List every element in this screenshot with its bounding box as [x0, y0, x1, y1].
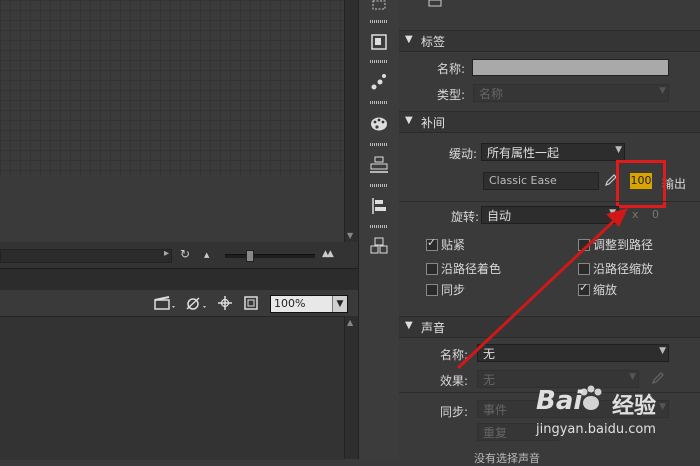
ease-value: 所有属性一起	[487, 146, 560, 160]
scale-checkbox[interactable]	[578, 281, 590, 296]
sound-section-header[interactable]: ▼ 声音	[399, 316, 700, 338]
label-type-value: 名称	[479, 87, 504, 101]
sound-sync-value: 事件	[483, 403, 508, 417]
label-section-header[interactable]: ▼ 标签	[399, 30, 700, 52]
collapse-triangle-icon[interactable]: ▼	[405, 34, 413, 45]
label-name-input[interactable]	[472, 59, 669, 76]
color-along-path-checkbox[interactable]	[426, 263, 438, 275]
zoom-in-mountain-icon[interactable]: ▲▲	[322, 249, 334, 259]
chevron-down-icon[interactable]: ▼	[615, 145, 622, 155]
transform-icon[interactable]	[369, 236, 389, 256]
ease-select[interactable]: 所有属性一起 ▼	[481, 143, 625, 161]
timeline-empty-area	[0, 176, 344, 242]
zoom-out-mountain-icon[interactable]: ▲	[204, 251, 209, 259]
sound-repeat-value: 重复	[483, 426, 508, 440]
orient-to-path-label: 调整到路径	[593, 238, 654, 252]
rotate-select[interactable]: 自动 ▼	[481, 206, 619, 224]
watermark-brand2: 经验	[612, 394, 657, 419]
section-title: 补间	[421, 116, 446, 130]
library-icon[interactable]	[369, 32, 389, 52]
sound-note: 没有选择声音	[474, 452, 540, 465]
label-name-label: 名称:	[437, 62, 466, 76]
sync-label: 同步	[441, 283, 466, 297]
chevron-down-icon[interactable]: ▼	[659, 86, 666, 96]
clapperboard-icon[interactable]	[154, 295, 176, 311]
distribute-icon[interactable]	[369, 196, 389, 216]
baidu-watermark: Bai 经验 jingyan.baidu.com	[536, 382, 700, 459]
snap-checkbox[interactable]	[426, 236, 438, 251]
chevron-down-icon[interactable]: ▼	[659, 346, 666, 356]
clip-frame-icon[interactable]	[243, 295, 259, 311]
motion-icon[interactable]	[369, 72, 389, 92]
grip-handle[interactable]	[370, 20, 388, 23]
rotate-value: 自动	[487, 209, 512, 223]
timeline-grid[interactable]	[0, 0, 344, 176]
select-icon[interactable]	[369, 0, 389, 20]
watermark-url: jingyan.baidu.com	[536, 422, 656, 437]
sound-name-select[interactable]: 无 ▼	[477, 344, 669, 362]
sound-name-value: 无	[483, 347, 496, 361]
sync-checkbox[interactable]	[426, 284, 438, 296]
scroll-down-arrow-icon[interactable]: ▼	[347, 231, 353, 240]
ease-preset-value: Classic Ease	[489, 174, 557, 187]
chevron-down-icon[interactable]: ▼	[629, 372, 636, 382]
ease-label: 缓动:	[449, 147, 478, 161]
panel-icon-strip	[358, 0, 400, 459]
snap-label: 贴紧	[441, 238, 466, 252]
color-along-path-label: 沿路径着色	[441, 262, 502, 276]
timeline-horizontal-scrollbar[interactable]: ▸	[0, 248, 172, 263]
label-type-select[interactable]: 名称 ▼	[473, 84, 669, 102]
sound-effect-label: 效果:	[440, 374, 469, 388]
scale-label: 缩放	[593, 283, 618, 297]
rotate-label: 旋转:	[451, 210, 480, 224]
palette-icon[interactable]	[369, 114, 389, 134]
scroll-up-arrow-icon[interactable]: ▲	[347, 318, 353, 327]
section-title: 标签	[421, 35, 446, 49]
zoom-slider-track[interactable]	[225, 254, 315, 258]
scroll-right-arrow-icon[interactable]: ▸	[164, 248, 169, 259]
panel-tab-bar	[0, 268, 358, 292]
rotate-icon[interactable]: ↻	[180, 247, 190, 261]
chevron-down-icon[interactable]: ▼	[332, 296, 347, 312]
sound-effect-value: 无	[483, 373, 496, 387]
grip-handle[interactable]	[370, 60, 388, 63]
sound-sync-label: 同步:	[440, 405, 469, 419]
chevron-down-icon[interactable]: ▼	[609, 208, 616, 218]
ease-preset-field[interactable]: Classic Ease	[483, 172, 599, 190]
grip-handle[interactable]	[370, 101, 388, 104]
crosshair-icon[interactable]	[217, 295, 233, 311]
scale-along-path-label: 沿路径缩放	[593, 262, 654, 276]
sound-name-label: 名称:	[440, 348, 469, 362]
zoom-combobox[interactable]: 100% ▼	[270, 295, 348, 313]
timeline-vertical-scrollbar[interactable]: ▼	[344, 0, 359, 242]
grip-handle[interactable]	[370, 225, 388, 228]
label-type-label: 类型:	[437, 88, 466, 102]
orient-to-path-checkbox[interactable]	[578, 239, 590, 251]
symbol-icon	[428, 0, 442, 7]
rotate-multiplier: x	[632, 208, 639, 221]
grip-handle[interactable]	[370, 143, 388, 146]
section-title: 声音	[421, 321, 446, 335]
zoom-slider-thumb[interactable]	[246, 250, 254, 262]
zoom-value: 100%	[274, 297, 306, 310]
divider	[399, 201, 700, 202]
stage-canvas[interactable]	[0, 316, 344, 460]
shape-tool-icon[interactable]	[185, 295, 209, 311]
grip-handle[interactable]	[370, 184, 388, 187]
tween-section-header[interactable]: ▼ 补间	[399, 111, 700, 133]
align-icon[interactable]	[369, 155, 389, 175]
collapse-triangle-icon[interactable]: ▼	[405, 115, 413, 126]
collapse-triangle-icon[interactable]: ▼	[405, 320, 413, 331]
scale-along-path-checkbox[interactable]	[578, 263, 590, 275]
stage-vertical-scrollbar[interactable]: ▲	[344, 316, 359, 459]
rotate-count[interactable]: 0	[652, 208, 659, 221]
watermark-brand: Bai	[536, 386, 583, 416]
